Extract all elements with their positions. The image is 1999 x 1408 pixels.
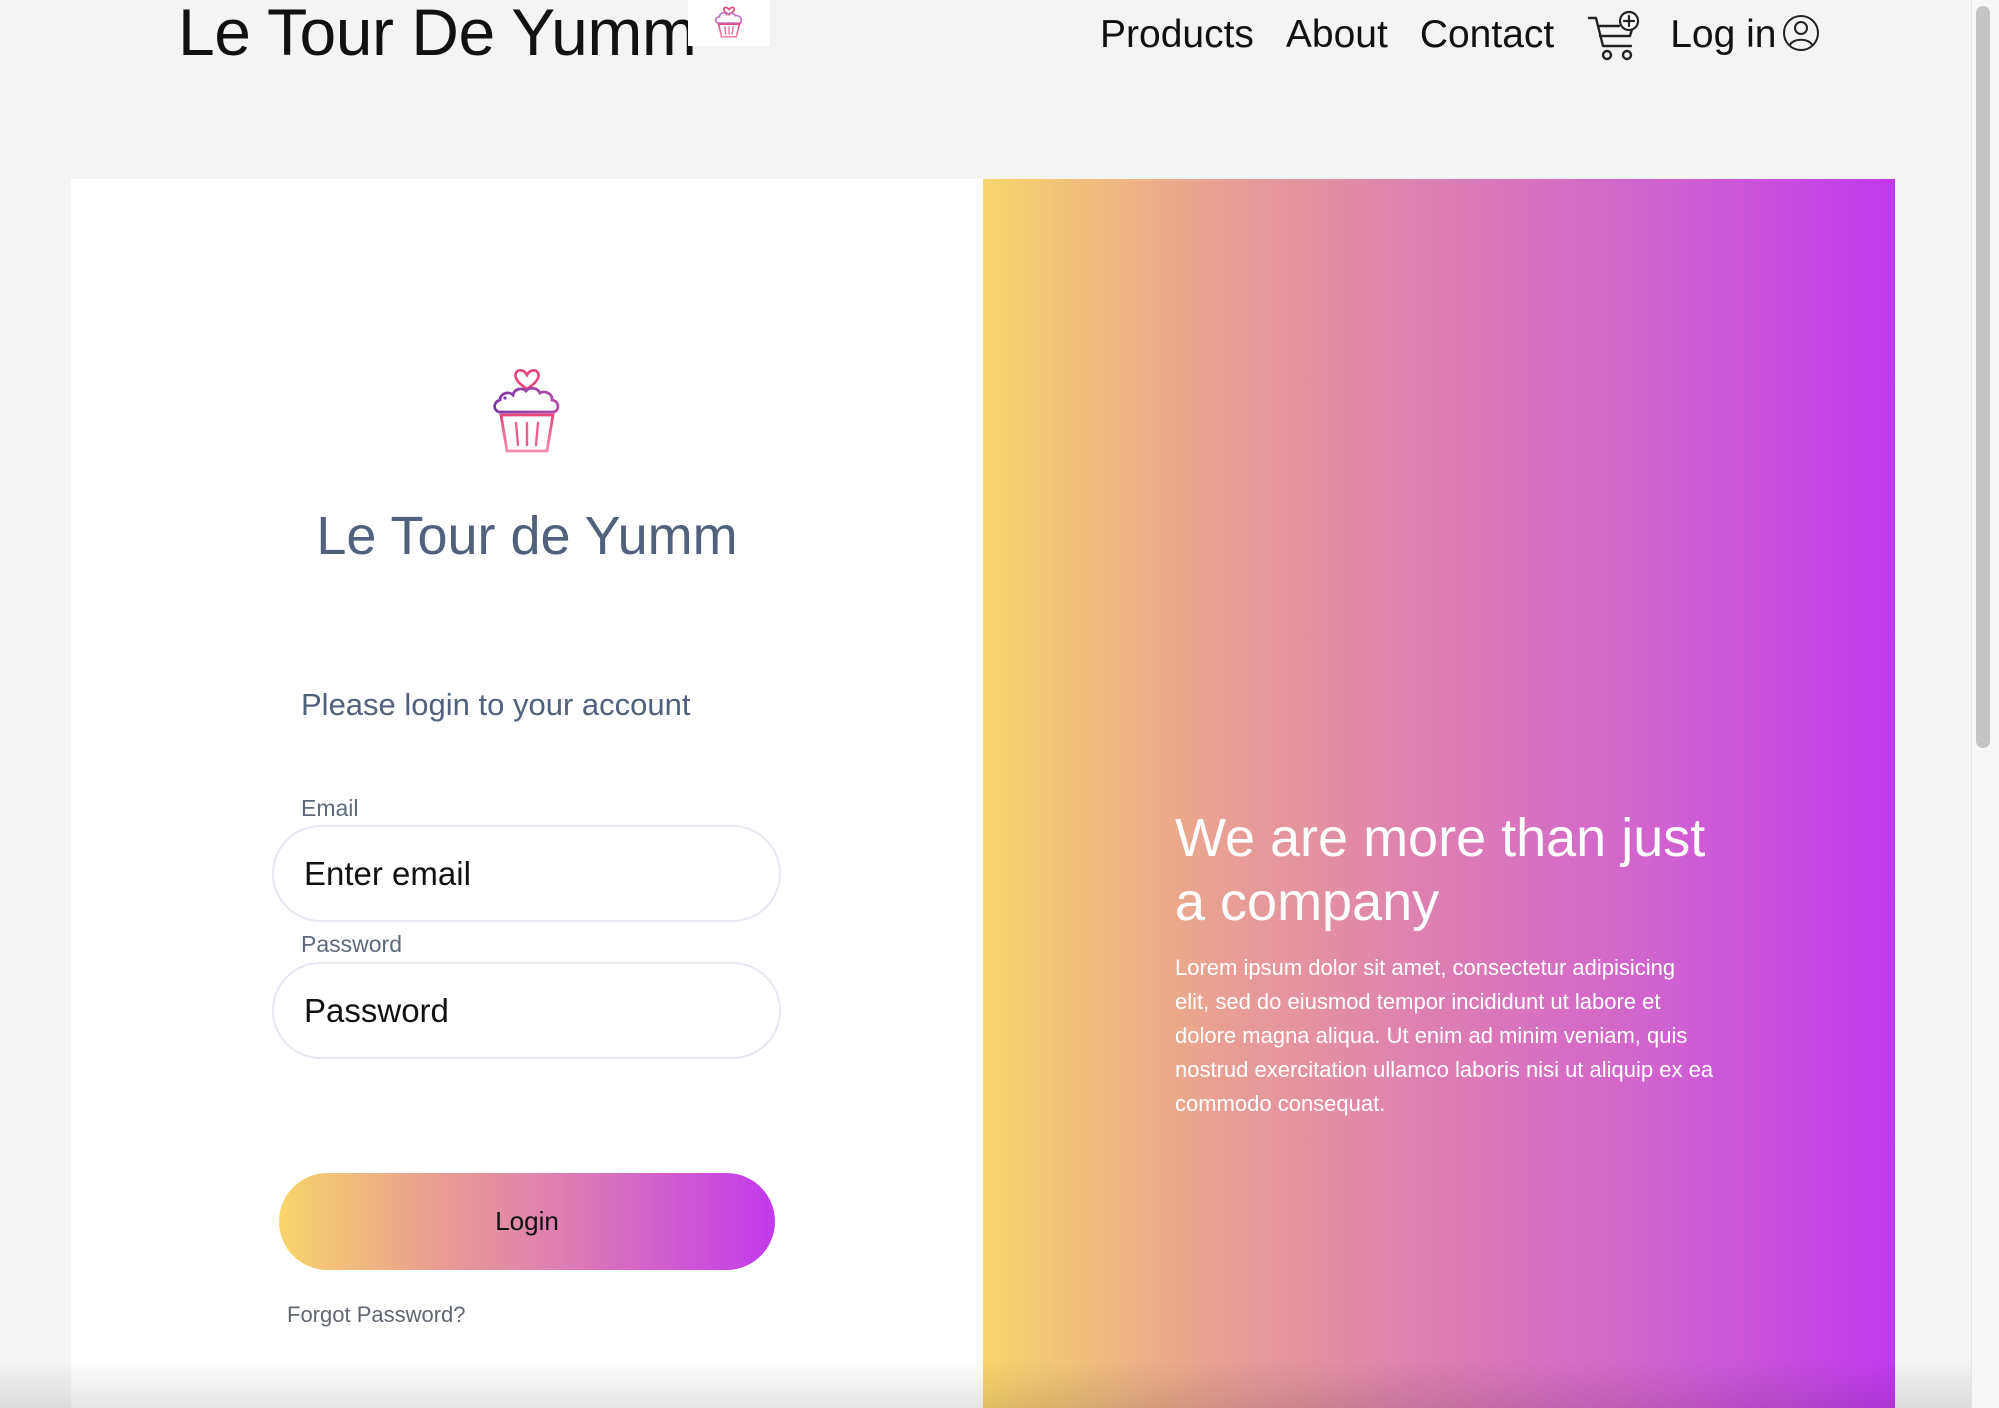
nav-contact-link[interactable]: Contact: [1420, 13, 1554, 57]
nav-about-link[interactable]: About: [1286, 13, 1388, 57]
nav-login-label: Log in: [1670, 13, 1777, 56]
password-label: Password: [301, 931, 402, 957]
brand-name[interactable]: Le Tour De Yumm: [178, 0, 697, 70]
forgot-password-link[interactable]: Forgot Password?: [287, 1302, 466, 1328]
nav-links: Products About Contact Log in: [1100, 10, 1821, 61]
email-field[interactable]: [272, 825, 781, 922]
promo-heading: We are more than just a company: [1175, 808, 1706, 932]
email-label: Email: [301, 795, 359, 821]
nav-login-link[interactable]: Log in: [1670, 13, 1820, 57]
login-title: Le Tour de Yumm: [316, 506, 738, 566]
cart-plus-icon[interactable]: [1586, 10, 1642, 64]
navbar: Le Tour De Yumm Products About Contact L…: [0, 0, 1999, 80]
nav-products-link[interactable]: Products: [1100, 13, 1254, 57]
login-subtitle: Please login to your account: [301, 687, 691, 722]
promo-panel: We are more than just a company Lorem ip…: [983, 179, 1895, 1408]
scrollbar-thumb[interactable]: [1976, 6, 1990, 748]
cupcake-icon: [493, 369, 560, 453]
brand-logo[interactable]: [688, 0, 770, 46]
promo-text: Lorem ipsum dolor sit amet, consectetur …: [1175, 955, 1714, 1116]
cupcake-icon: [714, 6, 743, 38]
login-panel: Le Tour de Yumm Please login to your acc…: [71, 179, 983, 1408]
login-button[interactable]: Login: [279, 1173, 775, 1270]
user-circle-icon: [1782, 15, 1819, 51]
login-card: Le Tour de Yumm Please login to your acc…: [71, 179, 1895, 1408]
password-field[interactable]: [272, 962, 781, 1059]
